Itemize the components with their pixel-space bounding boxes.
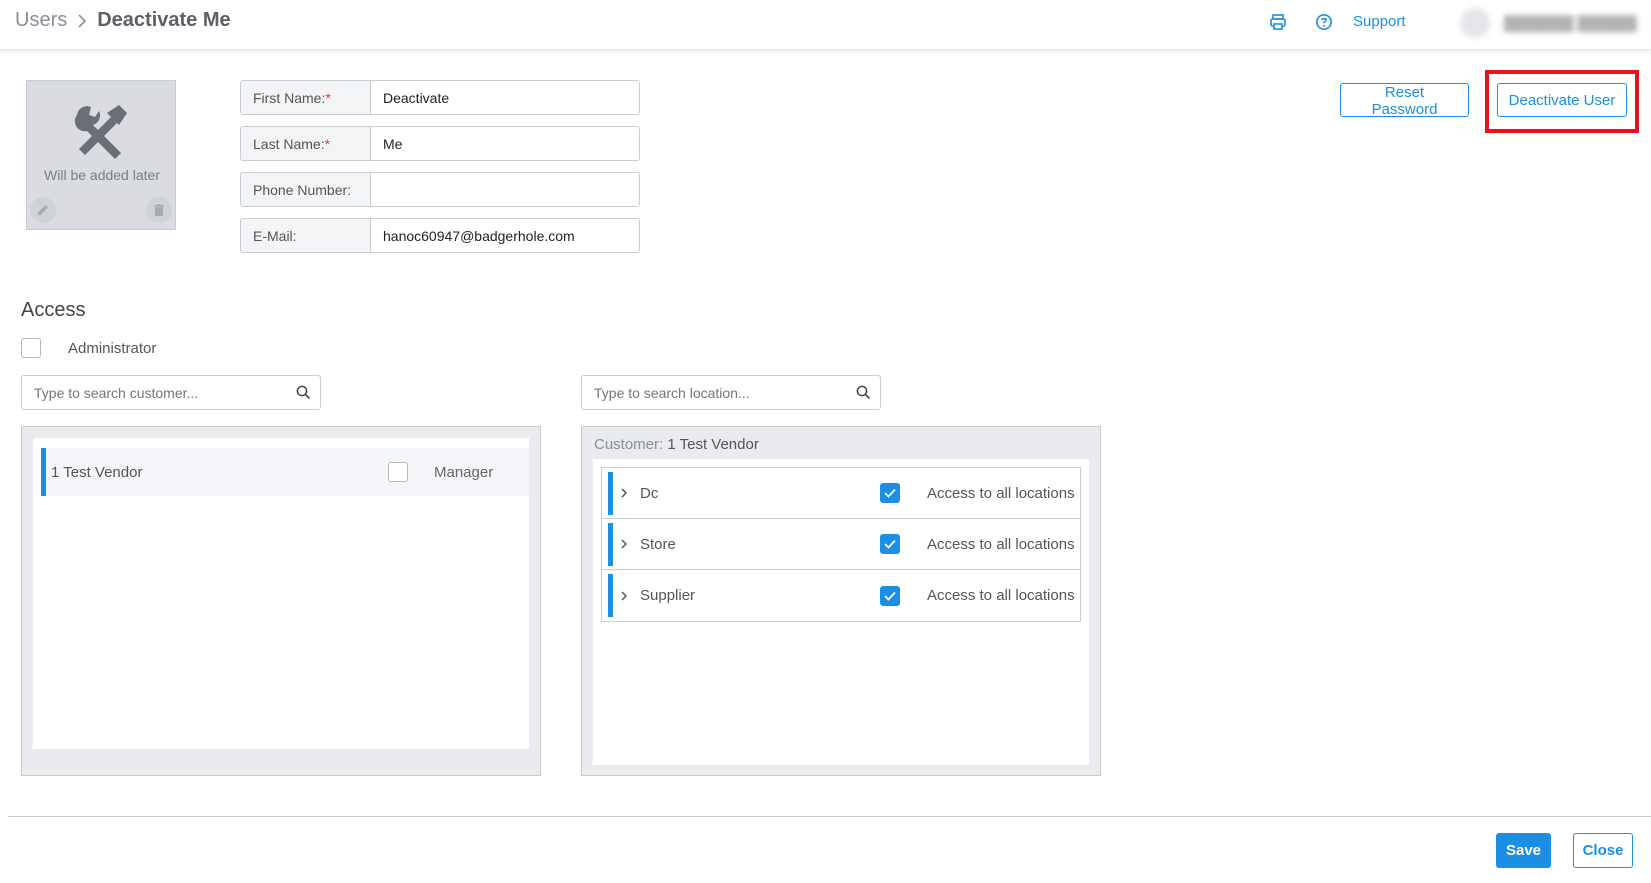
close-button[interactable]: Close xyxy=(1573,833,1633,868)
last-name-input[interactable] xyxy=(371,127,639,160)
customer-search xyxy=(21,375,321,410)
location-name: Supplier xyxy=(640,587,696,604)
list-item[interactable]: 1 Test Vendor Manager xyxy=(41,448,529,496)
avatar xyxy=(1460,8,1490,38)
chevron-right-icon xyxy=(77,13,87,29)
location-row-dc[interactable]: Dc Access to all locations xyxy=(602,468,1080,519)
administrator-label: Administrator xyxy=(68,339,157,357)
user-name-blurred: ███████ ██████ xyxy=(1504,15,1637,31)
location-panel-header: Customer: 1 Test Vendor xyxy=(594,436,759,453)
email-row: E-Mail: xyxy=(240,218,640,253)
phone-label: Phone Number: xyxy=(241,173,371,206)
selection-bar xyxy=(608,472,613,515)
location-list-area: Dc Access to all locations Store Access … xyxy=(593,459,1089,765)
chevron-right-icon[interactable] xyxy=(620,590,632,602)
location-access-checkbox[interactable] xyxy=(880,534,900,554)
reset-password-button[interactable]: Reset Password xyxy=(1340,83,1469,118)
customer-list: 1 Test Vendor Manager xyxy=(33,438,529,749)
page-title: Deactivate Me xyxy=(97,9,231,31)
avatar-placeholder: Will be added later xyxy=(26,80,176,230)
location-row-store[interactable]: Store Access to all locations xyxy=(602,519,1080,570)
chevron-right-icon[interactable] xyxy=(620,538,632,550)
edit-pencil-icon[interactable] xyxy=(30,197,56,223)
deactivate-user-button[interactable]: Deactivate User xyxy=(1497,83,1627,117)
location-list: Dc Access to all locations Store Access … xyxy=(601,467,1081,622)
manager-label: Manager xyxy=(434,463,494,481)
location-access-checkbox[interactable] xyxy=(880,585,900,606)
phone-input[interactable] xyxy=(371,173,639,206)
trash-icon[interactable] xyxy=(146,197,172,223)
access-heading: Access xyxy=(21,299,86,321)
location-access-label: Access to all locations xyxy=(927,587,1075,604)
help-circle-icon[interactable] xyxy=(1314,12,1334,32)
location-access-label: Access to all locations xyxy=(927,535,1075,553)
breadcrumb: Users Deactivate Me xyxy=(15,9,231,32)
location-panel: Customer: 1 Test Vendor Dc Access to all… xyxy=(581,426,1101,776)
avatar-placeholder-text: Will be added later xyxy=(44,167,160,183)
administrator-row: Administrator xyxy=(21,338,156,358)
selection-bar xyxy=(608,574,613,617)
chevron-right-icon[interactable] xyxy=(620,487,632,499)
tools-icon xyxy=(71,101,131,161)
last-name-row: Last Name: * xyxy=(240,126,640,161)
location-access-checkbox[interactable] xyxy=(880,483,900,503)
phone-row: Phone Number: xyxy=(240,172,640,207)
last-name-label: Last Name: * xyxy=(241,127,371,160)
support-link[interactable]: Support xyxy=(1353,13,1406,30)
location-search xyxy=(581,375,881,410)
footer-divider xyxy=(8,816,1651,817)
first-name-input[interactable] xyxy=(371,81,639,114)
breadcrumb-users-link[interactable]: Users xyxy=(15,9,67,32)
save-button[interactable]: Save xyxy=(1496,833,1551,868)
email-input[interactable] xyxy=(371,219,639,252)
search-icon[interactable] xyxy=(846,385,880,400)
location-search-input[interactable] xyxy=(582,384,846,401)
first-name-label: First Name: * xyxy=(241,81,371,114)
manager-checkbox[interactable] xyxy=(388,462,408,482)
location-row-supplier[interactable]: Supplier Access to all locations xyxy=(602,570,1080,621)
administrator-checkbox[interactable] xyxy=(21,338,41,358)
search-icon[interactable] xyxy=(286,385,320,400)
location-name: Dc xyxy=(640,484,659,502)
customer-panel: 1 Test Vendor Manager xyxy=(21,426,541,776)
top-header: Users Deactivate Me Support ███████ ████… xyxy=(0,0,1651,50)
selection-bar xyxy=(41,448,46,496)
selection-bar xyxy=(608,523,613,566)
location-name: Store xyxy=(640,535,676,553)
customer-search-input[interactable] xyxy=(22,384,286,401)
printer-icon[interactable] xyxy=(1268,12,1288,32)
location-access-label: Access to all locations xyxy=(927,484,1075,502)
email-label: E-Mail: xyxy=(241,219,371,252)
user-menu[interactable]: ███████ ██████ xyxy=(1440,0,1651,46)
customer-name: 1 Test Vendor xyxy=(51,463,143,481)
first-name-row: First Name: * xyxy=(240,80,640,115)
